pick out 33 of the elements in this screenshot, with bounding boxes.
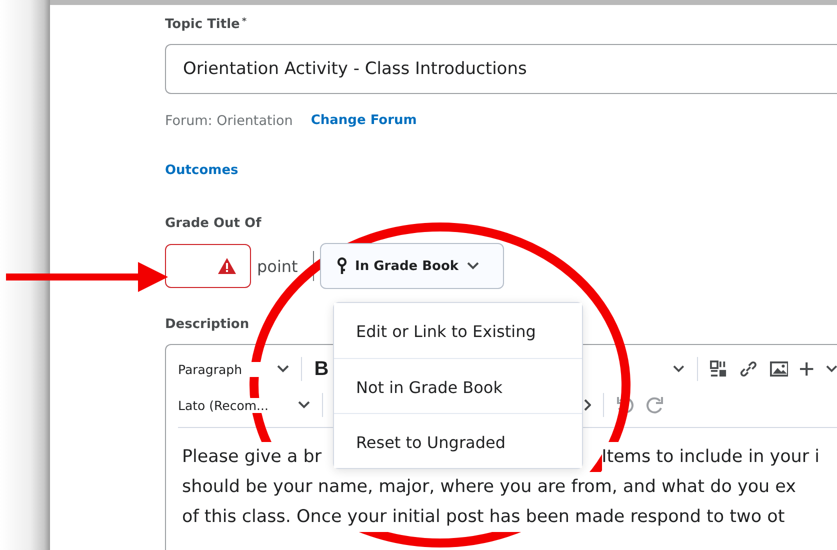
field-label: Topic Title [165, 17, 240, 32]
forum-label: Forum: Orientation [165, 113, 293, 129]
menu-item[interactable]: Edit or Link to Existing [334, 303, 582, 358]
warning-icon [218, 258, 236, 274]
image-icon[interactable] [770, 361, 788, 377]
field-label: Grade Out Of [165, 216, 262, 231]
topic-title-field[interactable]: Orientation Activity - Class Introductions [165, 44, 837, 94]
plus-icon[interactable] [800, 362, 814, 376]
change-forum-link[interactable]: Change Forum [310, 113, 417, 129]
link-icon[interactable] [738, 359, 758, 379]
required-mark: * [242, 17, 247, 27]
chevron-down-icon [298, 401, 310, 409]
chevron-down-icon [826, 365, 837, 373]
grade-input-field[interactable] [165, 244, 251, 288]
grade-book-button[interactable]: In Grade Book [320, 243, 504, 289]
unit-label: point [257, 256, 298, 276]
description-text: Please give a br [182, 442, 322, 472]
menu-item[interactable]: Reset to Ungraded [334, 413, 582, 468]
menu-item[interactable]: Not in Grade Book [334, 358, 582, 413]
table-icon[interactable] [710, 360, 727, 378]
description-text: should be your name, major, where you are from, and what do you ex [182, 472, 796, 502]
font-select[interactable]: Lato (Recom... [178, 398, 310, 412]
key-icon [337, 257, 347, 275]
format-select[interactable]: Paragraph [178, 362, 290, 376]
chevron-down-icon [673, 365, 685, 373]
chevron-down-icon [277, 365, 290, 373]
description-text: Items to include in your i [602, 442, 820, 472]
field-label: Description [165, 317, 250, 332]
chevron-down-icon [466, 262, 479, 270]
redo-icon[interactable] [646, 396, 664, 414]
undo-icon[interactable] [616, 396, 634, 414]
outcomes-link[interactable]: Outcomes [165, 163, 238, 178]
description-text: of this class. Once your initial post has been made respond to two ot [182, 502, 785, 532]
